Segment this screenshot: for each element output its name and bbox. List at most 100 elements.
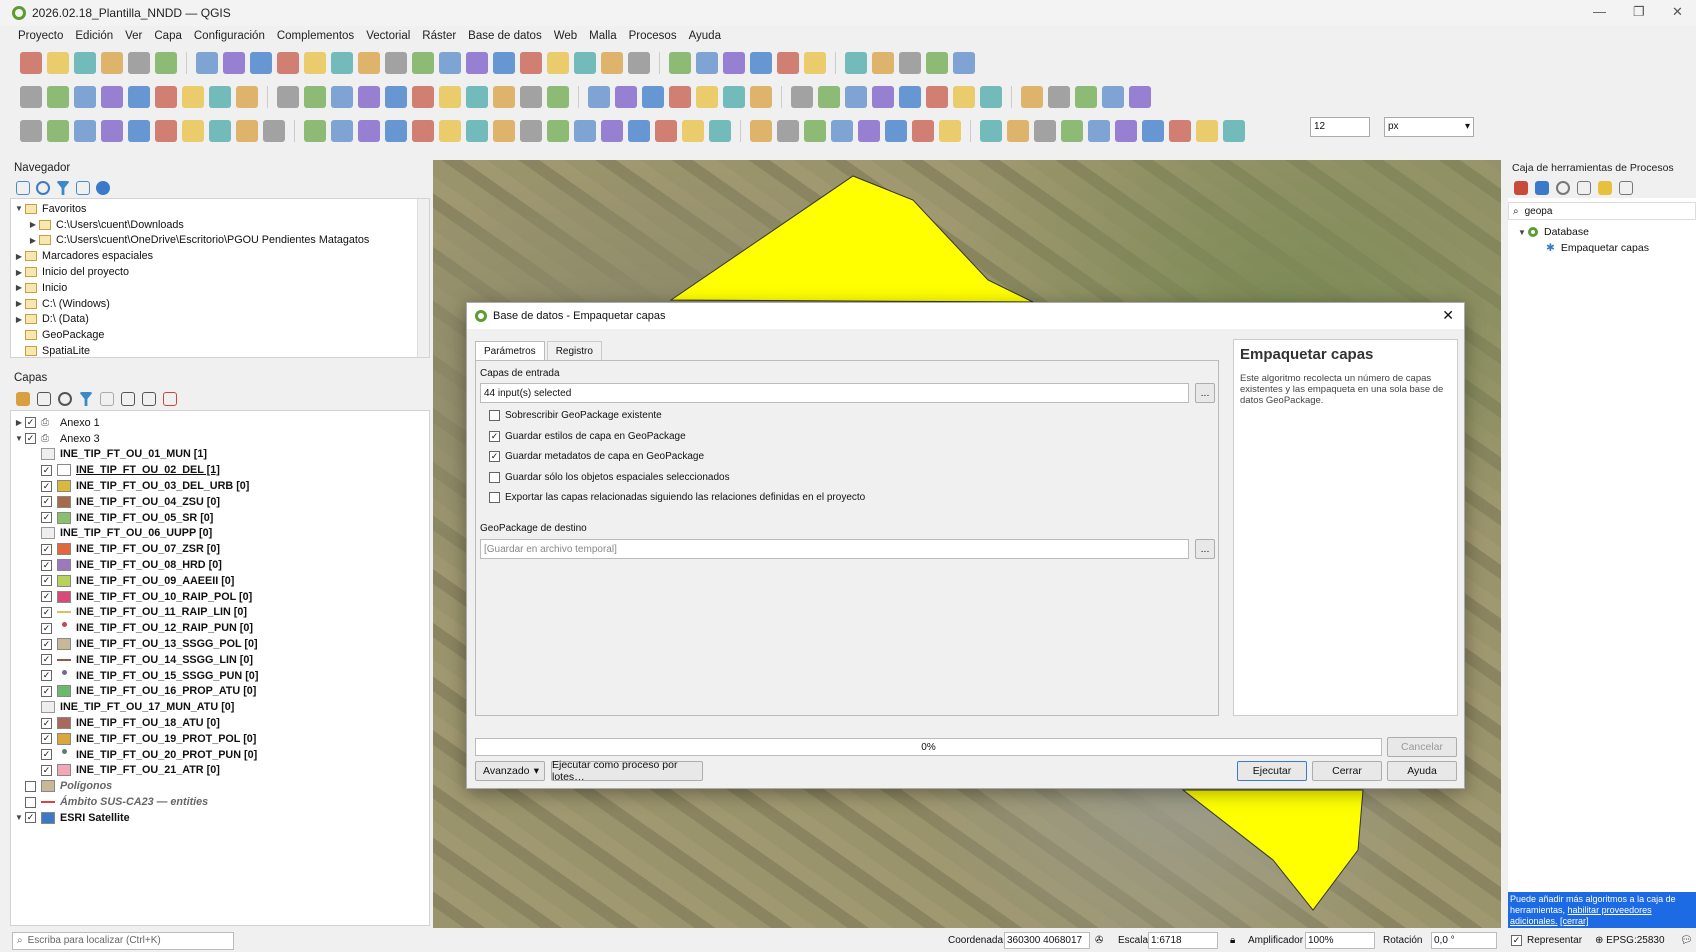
run-button[interactable]: Ejecutar [1237, 761, 1307, 781]
layer-item[interactable]: ✓ INE_TIP_FT_OU_10_RAIP_POL [0] [13, 589, 429, 605]
data-tool-30-icon[interactable] [872, 86, 894, 108]
nav-tool-15-icon[interactable] [439, 52, 461, 74]
edit-tool-9-icon[interactable] [263, 120, 285, 142]
layer-checkbox[interactable]: ✓ [41, 575, 52, 587]
crs-button[interactable]: ⊕ EPSG:25830 [1595, 935, 1665, 946]
data-tool-16-icon[interactable] [466, 86, 488, 108]
browser-item[interactable]: ▶ D:\ (Data) [13, 312, 429, 328]
browser-item[interactable]: ▶ C:\Users\cuent\Downloads [13, 217, 429, 233]
edit-tool-11-icon[interactable] [331, 120, 353, 142]
yellow-polygon-north[interactable] [669, 175, 1034, 303]
option-checkbox[interactable]: ✓ [489, 451, 500, 462]
data-tool-13-icon[interactable] [385, 86, 407, 108]
filter-expression-icon[interactable] [100, 392, 114, 406]
nav-tool-2-icon[interactable] [74, 52, 96, 74]
layer-checkbox[interactable]: ✓ [41, 733, 52, 745]
filter-legend-icon[interactable] [79, 392, 93, 406]
nav-tool-7-icon[interactable] [223, 52, 245, 74]
edit-tool-18-icon[interactable] [520, 120, 542, 142]
data-tool-39-icon[interactable] [1129, 86, 1151, 108]
layer-checkbox[interactable]: ✓ [41, 480, 52, 492]
dest-gpkg-field[interactable]: [Guardar en archivo temporal] [480, 539, 1189, 559]
coord-field[interactable]: 360300 4068017 [1004, 932, 1090, 949]
visibility-icon[interactable] [58, 392, 72, 406]
data-tool-14-icon[interactable] [412, 86, 434, 108]
layer-item[interactable]: ✓ INE_TIP_FT_OU_19_PROT_POL [0] [13, 731, 429, 747]
options-icon[interactable] [1619, 181, 1633, 195]
menu-0[interactable]: Proyecto [12, 30, 69, 42]
edit-tool-17-icon[interactable] [493, 120, 515, 142]
dialog-option-1[interactable]: ✓ Guardar estilos de capa en GeoPackage [489, 430, 686, 442]
snap-tolerance-input[interactable]: 12 [1310, 117, 1370, 137]
layer-item[interactable]: ✓ INE_TIP_FT_OU_07_ZSR [0] [13, 541, 429, 557]
nav-tool-22-icon[interactable] [628, 52, 650, 74]
input-layers-field[interactable]: 44 input(s) selected [480, 383, 1189, 403]
edit-tool-14-icon[interactable] [412, 120, 434, 142]
layer-checkbox[interactable]: ✓ [41, 622, 52, 634]
nav-tool-5-icon[interactable] [155, 52, 177, 74]
layer-item[interactable]: ▶ ✓ ⎙ Anexo 1 [13, 415, 429, 431]
edit-tool-1-icon[interactable] [47, 120, 69, 142]
nav-tool-3-icon[interactable] [101, 52, 123, 74]
layer-checkbox[interactable] [25, 780, 36, 792]
edit-tool-12-icon[interactable] [358, 120, 380, 142]
add-selected-icon[interactable] [16, 181, 30, 195]
layer-item[interactable]: ✓ INE_TIP_FT_OU_03_DEL_URB [0] [13, 478, 429, 494]
data-tool-21-icon[interactable] [615, 86, 637, 108]
dialog-option-0[interactable]: Sobrescribir GeoPackage existente [489, 410, 662, 421]
data-tool-5-icon[interactable] [155, 86, 177, 108]
data-tool-9-icon[interactable] [277, 86, 299, 108]
layer-checkbox[interactable] [25, 796, 36, 808]
layer-checkbox[interactable]: ✓ [41, 670, 52, 682]
data-tool-6-icon[interactable] [182, 86, 204, 108]
edit-tool-42-icon[interactable] [1196, 120, 1218, 142]
nav-tool-11-icon[interactable] [331, 52, 353, 74]
layer-item[interactable]: ✓ INE_TIP_FT_OU_11_RAIP_LIN [0] [13, 605, 429, 621]
data-tool-31-icon[interactable] [899, 86, 921, 108]
nav-tool-20-icon[interactable] [574, 52, 596, 74]
edit-tool-23-icon[interactable] [655, 120, 677, 142]
edit-tool-43-icon[interactable] [1223, 120, 1245, 142]
menu-11[interactable]: Procesos [623, 30, 683, 42]
browser-item[interactable]: ▶ Marcadores espaciales [13, 248, 429, 264]
tab-parameters[interactable]: Parámetros [475, 341, 545, 361]
nav-tool-21-icon[interactable] [601, 52, 623, 74]
layer-item[interactable]: ✓ INE_TIP_FT_OU_14_SSGG_LIN [0] [13, 652, 429, 668]
edit-tool-2-icon[interactable] [74, 120, 96, 142]
nav-tool-6-icon[interactable] [196, 52, 218, 74]
input-layers-browse-button[interactable]: ... [1195, 383, 1215, 403]
data-tool-38-icon[interactable] [1102, 86, 1124, 108]
layer-item[interactable]: ✓ INE_TIP_FT_OU_15_SSGG_PUN [0] [13, 668, 429, 684]
edit-tool-15-icon[interactable] [439, 120, 461, 142]
lock-icon[interactable]: 🔒︎ [1230, 935, 1235, 946]
data-tool-8-icon[interactable] [236, 86, 258, 108]
data-tool-36-icon[interactable] [1048, 86, 1070, 108]
dialog-option-3[interactable]: Guardar sólo los objetos espaciales sele… [489, 471, 730, 483]
refresh-icon[interactable] [36, 181, 50, 195]
data-tool-32-icon[interactable] [926, 86, 948, 108]
nav-tool-18-icon[interactable] [520, 52, 542, 74]
tab-log[interactable]: Registro [546, 341, 602, 361]
close-button[interactable]: Cerrar [1312, 761, 1382, 781]
option-checkbox[interactable] [489, 492, 500, 503]
yellow-polygon-south[interactable] [1181, 789, 1364, 911]
expand-icon[interactable]: ▶ [13, 315, 25, 324]
data-tool-28-icon[interactable] [818, 86, 840, 108]
expand-icon[interactable]: ▶ [13, 418, 25, 427]
expand-all-icon[interactable] [121, 392, 135, 406]
data-tool-29-icon[interactable] [845, 86, 867, 108]
browser-item[interactable]: ▼ Favoritos [13, 201, 429, 217]
layer-checkbox[interactable]: ✓ [25, 417, 36, 429]
layer-item[interactable]: ▼ ✓ ⎙ Anexo 3 [13, 431, 429, 447]
edit-tool-7-icon[interactable] [209, 120, 231, 142]
messages-icon[interactable]: 💬︎ [1680, 935, 1693, 946]
scale-field[interactable]: 1:6718 [1148, 932, 1218, 949]
browser-item[interactable]: GeoPackage [13, 327, 429, 343]
dialog-close-icon[interactable]: ✕ [1442, 307, 1454, 324]
nav-tool-30-icon[interactable] [872, 52, 894, 74]
style-icon[interactable] [16, 392, 30, 406]
browser-item[interactable]: ▶ Inicio [13, 280, 429, 296]
layer-item[interactable]: ✓ INE_TIP_FT_OU_12_RAIP_PUN [0] [13, 620, 429, 636]
rotation-field[interactable]: 0,0 ° [1431, 932, 1497, 949]
edit-tool-32-icon[interactable] [912, 120, 934, 142]
